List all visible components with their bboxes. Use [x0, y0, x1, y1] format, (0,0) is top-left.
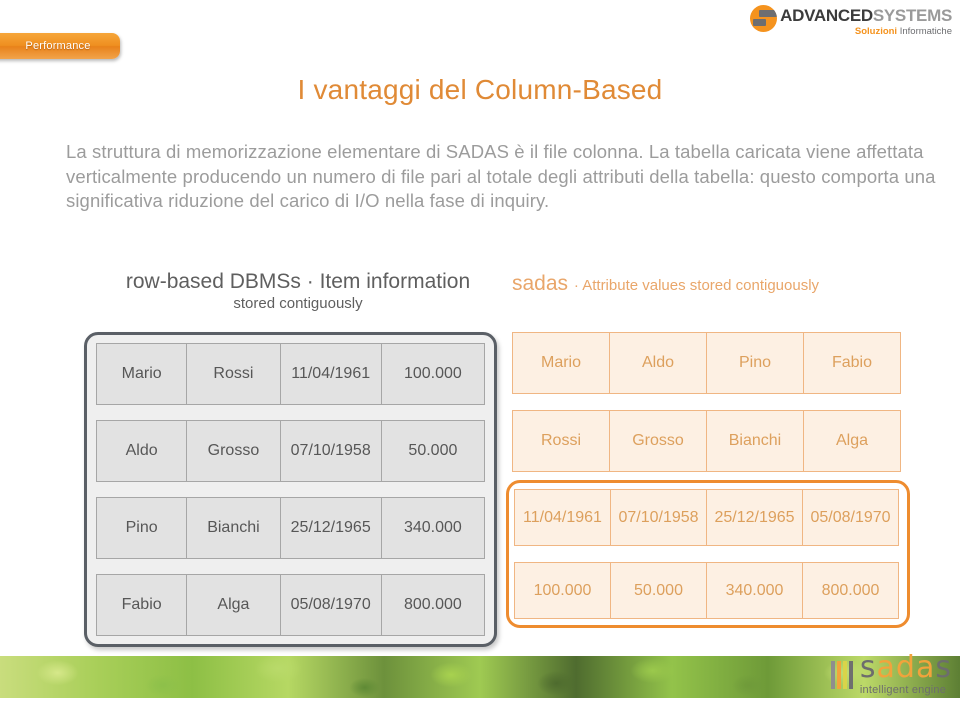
row-based-heading: row-based DBMSs · Item information store… [103, 270, 493, 312]
advanced-systems-name: ADVANCEDSYSTEMS [780, 7, 952, 24]
advanced-systems-name-bold: ADVANCED [780, 6, 873, 25]
table-cell: 25/12/1965 [706, 489, 803, 546]
table-cell: Bianchi [186, 497, 281, 559]
table-cell: 50.000 [380, 420, 485, 482]
performance-tab-label: Performance [25, 40, 91, 52]
table-cell: 11/04/1961 [279, 343, 382, 405]
column-based-table: Mario Aldo Pino Fabio Rossi Grosso Bianchi Alga… [506, 332, 922, 652]
table-cell: 25/12/1965 [279, 497, 382, 559]
highlighted-columns-group: 11/04/1961 07/10/1958 25/12/1965 05/08/1970… [506, 480, 910, 628]
column-based-heading: sadas · Attribute values stored contiguo… [512, 272, 922, 297]
sadas-word-part1: s [859, 650, 877, 685]
table-cell: Pino [706, 332, 804, 394]
top-bar: Performance ADVANCEDSYSTEMS Soluzioni In… [0, 0, 960, 66]
table-cell: Alga [803, 410, 901, 472]
sadas-logo-text: sadas intelligent engine [860, 653, 952, 696]
table-row: Mario Rossi 11/04/1961 100.000 [96, 343, 485, 405]
table-cell: Mario [512, 332, 610, 394]
table-row: Pino Bianchi 25/12/1965 340.000 [96, 497, 485, 559]
sadas-word-accent: ada [876, 650, 936, 685]
row-spacer [512, 394, 922, 410]
sadas-word-part2: s [935, 650, 952, 685]
table-cell: 05/08/1970 [802, 489, 899, 546]
table-row: Aldo Grosso 07/10/1958 50.000 [96, 420, 485, 482]
advanced-systems-logo-text: ADVANCEDSYSTEMS Soluzioni Informatiche [780, 4, 952, 37]
table-cell: 800.000 [802, 562, 899, 619]
table-cell: Aldo [609, 332, 707, 394]
table-cell: Grosso [609, 410, 707, 472]
table-row: 11/04/1961 07/10/1958 25/12/1965 05/08/1970 [514, 489, 902, 546]
row-spacer [514, 546, 902, 562]
sadas-brand-word: sadas [512, 272, 569, 295]
table-cell: Mario [96, 343, 188, 405]
table-row: Mario Aldo Pino Fabio [512, 332, 922, 394]
table-cell: Rossi [512, 410, 610, 472]
column-based-heading-rest: · Attribute values stored contiguously [573, 277, 820, 294]
table-cell: 800.000 [380, 574, 485, 636]
table-cell: Bianchi [706, 410, 804, 472]
performance-tab[interactable]: Performance [0, 33, 120, 59]
table-cell: Grosso [186, 420, 281, 482]
table-cell: 05/08/1970 [279, 574, 382, 636]
body-paragraph: La struttura di memorizzazione elementar… [66, 141, 936, 212]
sadas-logo-tagline: intelligent engine [859, 684, 947, 696]
tagline-rest: Informatiche [899, 26, 952, 37]
table-row: 100.000 50.000 340.000 800.000 [514, 562, 902, 619]
row-based-heading-line1: row-based DBMSs · Item information [125, 270, 471, 293]
table-cell: 50.000 [610, 562, 707, 619]
table-cell: 340.000 [380, 497, 485, 559]
table-cell: Fabio [96, 574, 188, 636]
tagline-accent: Soluzioni [854, 26, 898, 37]
table-cell: 100.000 [514, 562, 611, 619]
table-cell: Aldo [96, 420, 188, 482]
row-based-table: Mario Rossi 11/04/1961 100.000 Aldo Grosso 07/… [84, 332, 497, 647]
table-cell: 100.000 [380, 343, 485, 405]
diagram: row-based DBMSs · Item information store… [0, 262, 960, 662]
table-row: Rossi Grosso Bianchi Alga [512, 410, 922, 472]
column-based-heading-text: sadas · Attribute values stored contiguo… [512, 272, 922, 297]
page-title: I vantaggi del Column-Based [297, 74, 663, 105]
sadas-logo-word: sadas [860, 653, 952, 683]
advanced-systems-name-light: SYSTEMS [872, 6, 952, 25]
sadas-footer-logo: sadas intelligent engine [830, 653, 952, 696]
sadas-bars-icon [830, 660, 855, 689]
table-cell: 340.000 [706, 562, 803, 619]
table-cell: Fabio [803, 332, 901, 394]
table-cell: Alga [186, 574, 281, 636]
row-based-heading-line2: stored contiguously [233, 294, 363, 312]
advanced-systems-logo: ADVANCEDSYSTEMS Soluzioni Informatiche [750, 4, 952, 37]
table-cell: 07/10/1958 [279, 420, 382, 482]
advanced-systems-circle-icon [750, 5, 778, 32]
table-cell: 11/04/1961 [514, 489, 611, 546]
foliage-band-image [0, 656, 960, 698]
table-cell: 07/10/1958 [610, 489, 707, 546]
table-cell: Pino [96, 497, 188, 559]
advanced-systems-tagline: Soluzioni Informatiche [780, 27, 952, 37]
table-cell: Rossi [186, 343, 281, 405]
table-row: Fabio Alga 05/08/1970 800.000 [96, 574, 485, 636]
